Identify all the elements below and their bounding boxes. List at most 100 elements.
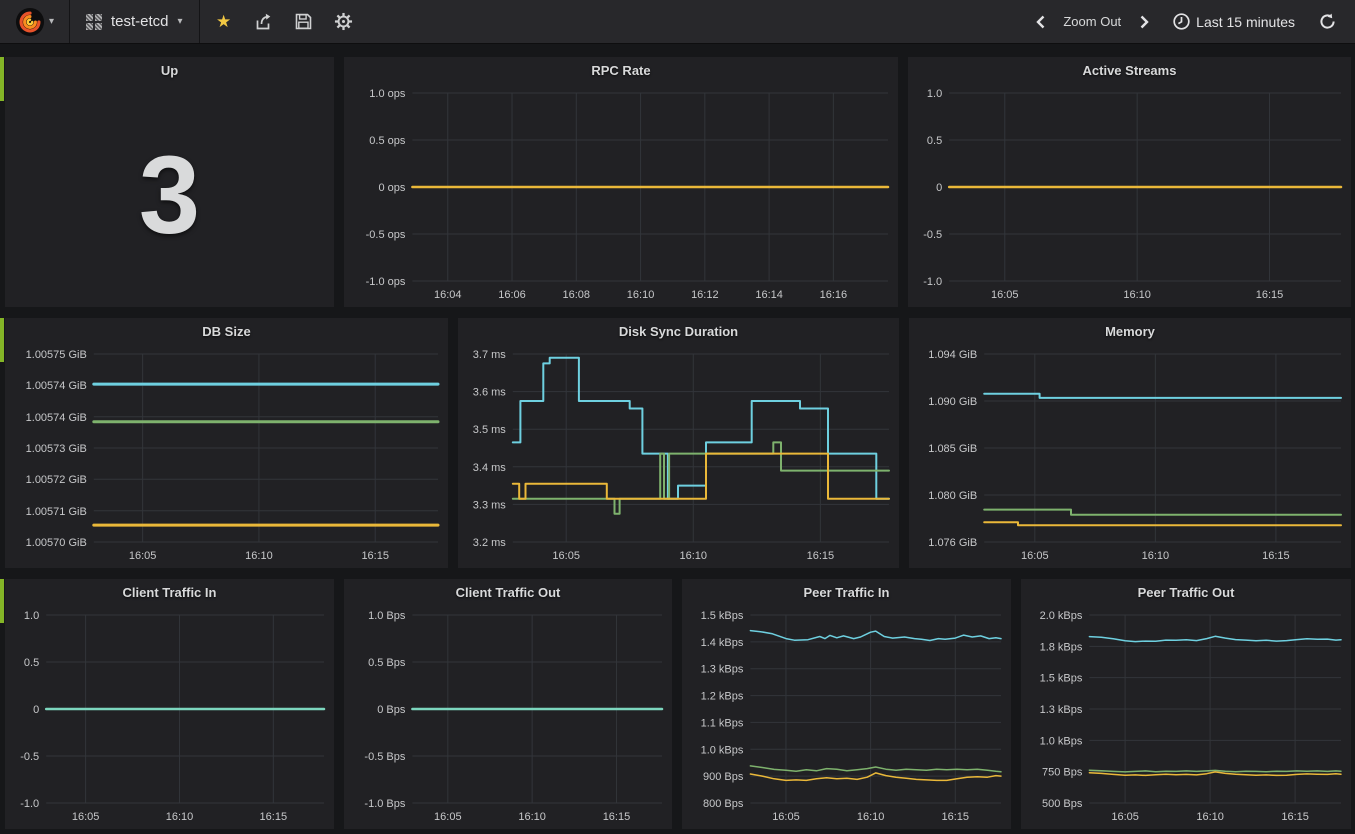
chart-svg: 16:0516:1016:151.5 kBps1.4 kBps1.3 kBps1…	[682, 605, 1011, 829]
svg-text:1.00571 GiB: 1.00571 GiB	[26, 506, 87, 518]
svg-text:16:15: 16:15	[1256, 289, 1284, 301]
chart-svg: 16:0516:1016:151.094 GiB1.090 GiB1.085 G…	[909, 344, 1351, 568]
svg-text:3.4 ms: 3.4 ms	[473, 462, 507, 474]
svg-text:1.00573 GiB: 1.00573 GiB	[26, 443, 87, 455]
dashboard-picker[interactable]: test-etcd ▾	[70, 0, 200, 43]
dashboard-actions: ★	[200, 0, 368, 43]
rpc-rate-chart[interactable]: 16:0416:0616:0816:1016:1216:1416:161.0 o…	[344, 83, 898, 307]
svg-text:16:10: 16:10	[857, 811, 885, 823]
svg-text:1.5 kBps: 1.5 kBps	[1040, 673, 1083, 685]
svg-text:1.00575 GiB: 1.00575 GiB	[26, 349, 87, 361]
chart-svg: 16:0516:1016:153.7 ms3.6 ms3.5 ms3.4 ms3…	[458, 344, 899, 568]
svg-text:16:05: 16:05	[434, 811, 462, 823]
svg-text:3.2 ms: 3.2 ms	[473, 537, 507, 549]
svg-text:0.5: 0.5	[24, 657, 39, 669]
dashboard-title: test-etcd	[111, 13, 169, 30]
share-dashboard-button[interactable]	[244, 0, 284, 44]
grafana-logo-icon	[15, 7, 45, 37]
svg-text:1.094 GiB: 1.094 GiB	[928, 349, 977, 361]
panel-title[interactable]: Client Traffic In	[5, 579, 334, 605]
svg-text:-1.0 ops: -1.0 ops	[366, 276, 406, 288]
dashboard-settings-button[interactable]	[324, 0, 364, 44]
svg-text:-1.0 Bps: -1.0 Bps	[364, 798, 405, 810]
svg-text:16:08: 16:08	[563, 289, 591, 301]
peer-traffic-in-chart[interactable]: 16:0516:1016:151.5 kBps1.4 kBps1.3 kBps1…	[682, 605, 1011, 829]
top-navbar: ▾ test-etcd ▾ ★	[0, 0, 1355, 44]
panel-title[interactable]: Client Traffic Out	[344, 579, 672, 605]
svg-text:16:15: 16:15	[942, 811, 970, 823]
panel-title[interactable]: Up	[5, 57, 334, 83]
svg-text:16:14: 16:14	[755, 289, 783, 301]
panel-title[interactable]: Disk Sync Duration	[458, 318, 899, 344]
zoom-out-button[interactable]: Zoom Out	[1055, 14, 1129, 29]
dashboard-row-3: Client Traffic In 16:05 16:10 16:15 1.0 0.5 0…	[5, 579, 1351, 829]
panel-title[interactable]: DB Size	[5, 318, 448, 344]
svg-text:16:10: 16:10	[518, 811, 546, 823]
client-traffic-in-chart[interactable]: 16:0516:1016:151.00.50-0.5-1.0	[5, 605, 334, 829]
time-shift-forward-button[interactable]	[1131, 0, 1157, 44]
grafana-menu-button[interactable]: ▾	[0, 0, 70, 43]
row-collapse-handle[interactable]	[0, 318, 4, 362]
svg-text:16:04: 16:04	[434, 289, 462, 301]
singlestat-value-container[interactable]: 3	[5, 83, 334, 307]
svg-text:16:15: 16:15	[361, 550, 389, 562]
db-size-chart[interactable]: 16:0516:1016:151.00575 GiB1.00574 GiB1.0…	[5, 344, 448, 568]
panel-title[interactable]: RPC Rate	[344, 57, 898, 83]
svg-text:1.00574 GiB: 1.00574 GiB	[26, 380, 87, 392]
svg-text:16:10: 16:10	[166, 811, 194, 823]
svg-text:1.080 GiB: 1.080 GiB	[928, 490, 977, 502]
peer-traffic-out-chart[interactable]: 16:0516:1016:152.0 kBps1.8 kBps1.5 kBps1…	[1021, 605, 1351, 829]
panel-title[interactable]: Peer Traffic Out	[1021, 579, 1351, 605]
svg-text:1.5 kBps: 1.5 kBps	[701, 610, 744, 622]
row-collapse-handle[interactable]	[0, 579, 4, 623]
memory-chart[interactable]: 16:0516:1016:151.094 GiB1.090 GiB1.085 G…	[909, 344, 1351, 568]
panel-rpc-rate: RPC Rate 16:0416:0616:0816:1016:1216:141…	[344, 57, 898, 307]
save-dashboard-button[interactable]	[284, 0, 324, 44]
svg-text:3.6 ms: 3.6 ms	[473, 387, 507, 399]
svg-text:16:10: 16:10	[245, 550, 273, 562]
svg-text:1.0 kBps: 1.0 kBps	[1040, 735, 1083, 747]
panel-client-traffic-in: Client Traffic In 16:0516:1016:151.00.50…	[5, 579, 334, 829]
svg-text:1.0 kBps: 1.0 kBps	[701, 744, 744, 756]
svg-text:16:10: 16:10	[1142, 550, 1170, 562]
svg-text:16:16: 16:16	[820, 289, 848, 301]
time-range-picker[interactable]: Last 15 minutes	[1159, 13, 1309, 30]
dashboard-row-2: DB Size 16:05 16:10 16:15 1.00575 GiB 1.0057…	[5, 318, 1351, 568]
svg-text:1.076 GiB: 1.076 GiB	[928, 537, 977, 549]
svg-text:1.1 kBps: 1.1 kBps	[701, 717, 744, 729]
panel-title[interactable]: Active Streams	[908, 57, 1351, 83]
active-streams-chart[interactable]: 16:0516:1016:151.00.50-0.5-1.0	[908, 83, 1351, 307]
singlestat-value: 3	[139, 132, 200, 259]
panel-disk-sync: Disk Sync Duration 16:0516:1016:153.7 ms…	[458, 318, 899, 568]
disk-sync-chart[interactable]: 16:0516:1016:153.7 ms3.6 ms3.5 ms3.4 ms3…	[458, 344, 899, 568]
svg-text:1.0: 1.0	[927, 88, 942, 100]
svg-text:16:05: 16:05	[991, 289, 1019, 301]
svg-text:0.5 Bps: 0.5 Bps	[368, 657, 406, 669]
chart-svg: 16:0516:1016:151.00.50-0.5-1.0	[908, 83, 1351, 307]
svg-text:16:12: 16:12	[691, 289, 719, 301]
row-collapse-handle[interactable]	[0, 57, 4, 101]
panel-title[interactable]: Peer Traffic In	[682, 579, 1011, 605]
svg-text:0 ops: 0 ops	[378, 182, 405, 194]
svg-text:1.8 kBps: 1.8 kBps	[1040, 641, 1083, 653]
svg-text:16:05: 16:05	[1111, 811, 1139, 823]
svg-text:1.0: 1.0	[24, 610, 39, 622]
svg-text:16:05: 16:05	[1021, 550, 1049, 562]
svg-text:-0.5 Bps: -0.5 Bps	[364, 751, 405, 763]
svg-text:750 Bps: 750 Bps	[1042, 767, 1083, 779]
svg-text:3.5 ms: 3.5 ms	[473, 424, 507, 436]
svg-text:0: 0	[936, 182, 942, 194]
chart-svg: 16:0516:1016:151.00575 GiB1.00574 GiB1.0…	[5, 344, 448, 568]
star-icon: ★	[216, 12, 231, 32]
client-traffic-out-chart[interactable]: 16:0516:1016:151.0 Bps0.5 Bps0 Bps-0.5 B…	[344, 605, 672, 829]
panel-db-size: DB Size 16:0516:1016:151.00575 GiB1.0057…	[5, 318, 448, 568]
svg-text:3.7 ms: 3.7 ms	[473, 349, 507, 361]
svg-text:16:05: 16:05	[72, 811, 100, 823]
svg-text:900 Bps: 900 Bps	[703, 771, 744, 783]
star-dashboard-button[interactable]: ★	[204, 0, 244, 44]
refresh-button[interactable]	[1311, 0, 1343, 44]
panel-title[interactable]: Memory	[909, 318, 1351, 344]
svg-text:-1.0: -1.0	[923, 276, 942, 288]
time-shift-back-button[interactable]	[1027, 0, 1053, 44]
svg-text:1.0 ops: 1.0 ops	[369, 88, 406, 100]
